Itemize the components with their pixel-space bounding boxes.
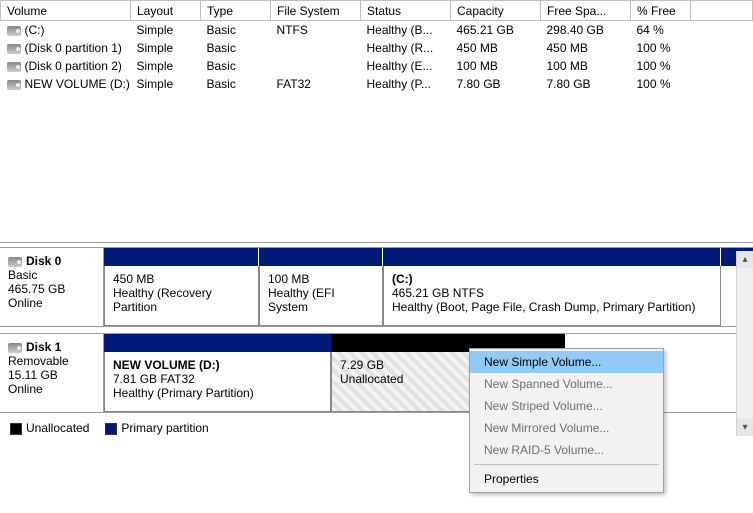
volume-list-pane[interactable]: VolumeLayoutTypeFile SystemStatusCapacit…: [0, 0, 753, 243]
table-cell: Healthy (R...: [361, 39, 451, 57]
disk-icon: [8, 257, 22, 267]
table-cell: (C:): [1, 21, 131, 40]
table-cell: 64 %: [631, 21, 691, 40]
table-cell: Simple: [131, 21, 201, 40]
table-cell: 298.40 GB: [541, 21, 631, 40]
column-header[interactable]: % Free: [631, 1, 691, 21]
scroll-up-button[interactable]: ▴: [737, 251, 753, 268]
table-cell: 100 %: [631, 39, 691, 57]
table-cell: Basic: [201, 75, 271, 93]
column-header[interactable]: Type: [201, 1, 271, 21]
disk0-label: Disk 0 Basic 465.75 GB Online: [0, 248, 104, 326]
table-row[interactable]: NEW VOLUME (D:)SimpleBasicFAT32Healthy (…: [1, 75, 753, 93]
table-cell: [691, 57, 753, 75]
column-header[interactable]: Layout: [131, 1, 201, 21]
disk0-row[interactable]: Disk 0 Basic 465.75 GB Online 450 MBHeal…: [0, 247, 753, 327]
table-cell: Healthy (E...: [361, 57, 451, 75]
disk-icon: [8, 343, 22, 353]
table-cell: FAT32: [271, 75, 361, 93]
disk1-label: Disk 1 Removable 15.11 GB Online: [0, 334, 104, 412]
table-cell: NEW VOLUME (D:): [1, 75, 131, 93]
column-header[interactable]: Free Spa...: [541, 1, 631, 21]
table-cell: Simple: [131, 75, 201, 93]
table-cell: Basic: [201, 21, 271, 40]
table-cell: 450 MB: [541, 39, 631, 57]
context-menu[interactable]: New Simple Volume... New Spanned Volume.…: [469, 348, 664, 493]
menu-new-simple-volume[interactable]: New Simple Volume...: [470, 351, 663, 373]
table-cell: [691, 75, 753, 93]
table-cell: [691, 21, 753, 40]
swatch-blue-icon: [105, 423, 117, 435]
table-cell: 7.80 GB: [541, 75, 631, 93]
table-cell: Basic: [201, 39, 271, 57]
table-cell: Simple: [131, 57, 201, 75]
table-cell: (Disk 0 partition 1): [1, 39, 131, 57]
legend-unallocated: Unallocated: [10, 421, 89, 435]
disk0-partition[interactable]: 450 MBHealthy (Recovery Partition: [104, 266, 259, 326]
menu-new-spanned-volume[interactable]: New Spanned Volume...: [470, 373, 663, 395]
table-cell: 450 MB: [451, 39, 541, 57]
menu-properties[interactable]: Properties: [470, 468, 663, 490]
column-header[interactable]: Volume: [1, 1, 131, 21]
volume-icon: [7, 26, 21, 36]
table-row[interactable]: (C:)SimpleBasicNTFSHealthy (B...465.21 G…: [1, 21, 753, 40]
menu-separator: [474, 464, 659, 465]
scroll-down-button[interactable]: ▾: [737, 419, 753, 436]
table-cell: [271, 39, 361, 57]
table-row[interactable]: (Disk 0 partition 1)SimpleBasic Healthy (…: [1, 39, 753, 57]
table-cell: Simple: [131, 39, 201, 57]
disk0-partitions: 450 MBHealthy (Recovery Partition100 MBH…: [104, 248, 753, 326]
vertical-scrollbar[interactable]: ▴ ▾: [736, 251, 753, 436]
table-cell: 100 %: [631, 57, 691, 75]
volume-table-header[interactable]: VolumeLayoutTypeFile SystemStatusCapacit…: [1, 1, 753, 21]
volume-table[interactable]: VolumeLayoutTypeFile SystemStatusCapacit…: [0, 0, 753, 93]
table-cell: 100 MB: [451, 57, 541, 75]
table-cell: 100 %: [631, 75, 691, 93]
disk0-partition[interactable]: (C:)465.21 GB NTFSHealthy (Boot, Page Fi…: [383, 266, 721, 326]
column-header-spacer[interactable]: [691, 1, 753, 21]
disk1-partition-d[interactable]: NEW VOLUME (D:) 7.81 GB FAT32 Healthy (P…: [104, 352, 331, 412]
table-cell: (Disk 0 partition 2): [1, 57, 131, 75]
table-row[interactable]: (Disk 0 partition 2)SimpleBasic Healthy (…: [1, 57, 753, 75]
column-header[interactable]: File System: [271, 1, 361, 21]
table-cell: [271, 57, 361, 75]
legend-primary: Primary partition: [105, 421, 208, 435]
column-header[interactable]: Capacity: [451, 1, 541, 21]
table-cell: 100 MB: [541, 57, 631, 75]
table-cell: Healthy (P...: [361, 75, 451, 93]
menu-new-raid5-volume[interactable]: New RAID-5 Volume...: [470, 439, 663, 461]
table-cell: [691, 39, 753, 57]
menu-new-striped-volume[interactable]: New Striped Volume...: [470, 395, 663, 417]
table-cell: Healthy (B...: [361, 21, 451, 40]
volume-icon: [7, 62, 21, 72]
menu-new-mirrored-volume[interactable]: New Mirrored Volume...: [470, 417, 663, 439]
disk0-partition[interactable]: 100 MBHealthy (EFI System: [259, 266, 383, 326]
volume-icon: [7, 80, 21, 90]
table-cell: NTFS: [271, 21, 361, 40]
swatch-black-icon: [10, 423, 22, 435]
column-header[interactable]: Status: [361, 1, 451, 21]
table-cell: 465.21 GB: [451, 21, 541, 40]
table-cell: 7.80 GB: [451, 75, 541, 93]
table-cell: Basic: [201, 57, 271, 75]
volume-icon: [7, 44, 21, 54]
